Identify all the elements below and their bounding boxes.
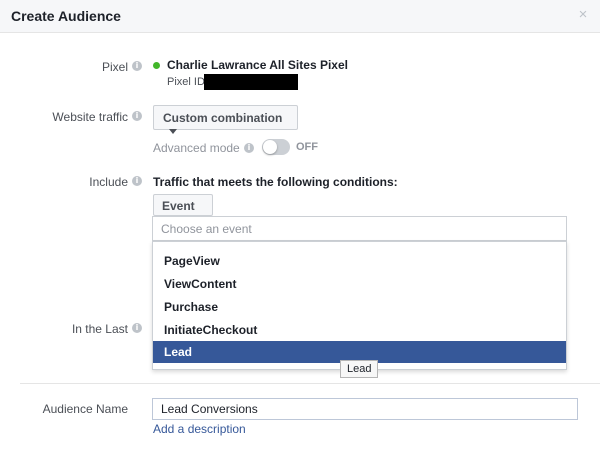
info-icon[interactable]: i: [132, 61, 142, 71]
include-type-selected: Event: [162, 199, 195, 213]
pixel-id-label: Pixel ID: [167, 76, 205, 88]
advanced-mode-toggle[interactable]: [262, 139, 290, 155]
event-search-input[interactable]: Choose an event: [152, 216, 567, 241]
audience-name-input[interactable]: Lead Conversions: [152, 398, 578, 420]
audience-name-label: Audience Name: [42, 402, 128, 416]
pixel-id-redacted: [204, 74, 298, 90]
event-option-pageview[interactable]: PageView: [153, 250, 566, 272]
info-icon[interactable]: i: [244, 143, 254, 153]
info-icon[interactable]: i: [132, 323, 142, 333]
event-options-list: PageView ViewContent Purchase InitiateCh…: [152, 241, 567, 370]
info-icon[interactable]: i: [132, 176, 142, 186]
toggle-knob: [263, 140, 277, 154]
option-tooltip: Lead: [340, 360, 379, 378]
pixel-label: Pixel: [101, 60, 128, 74]
add-description-link[interactable]: Add a description: [153, 422, 246, 436]
divider: [20, 383, 600, 384]
event-option-purchase[interactable]: Purchase: [153, 296, 566, 318]
in-the-last-label: In the Last: [71, 322, 128, 336]
info-icon[interactable]: i: [132, 111, 142, 121]
dialog-title: Create Audience: [11, 8, 121, 24]
website-traffic-selected: Custom combination: [163, 111, 283, 125]
pixel-name: Charlie Lawrance All Sites Pixel: [167, 58, 348, 72]
include-description: Traffic that meets the following conditi…: [153, 175, 398, 189]
include-label: Include: [89, 175, 128, 189]
event-option-initiatecheckout[interactable]: InitiateCheckout: [153, 319, 566, 341]
advanced-mode-label: Advanced mode: [153, 141, 240, 155]
pixel-status-dot: [153, 62, 160, 69]
dialog-header: Create Audience ×: [0, 0, 600, 33]
close-icon[interactable]: ×: [576, 7, 590, 22]
include-type-dropdown[interactable]: Event: [153, 194, 213, 222]
chevron-down-icon: [169, 129, 177, 134]
website-traffic-dropdown[interactable]: Custom combination: [153, 105, 298, 134]
toggle-state: OFF: [296, 141, 318, 153]
event-option-viewcontent[interactable]: ViewContent: [153, 273, 566, 295]
website-traffic-label: Website traffic: [52, 110, 128, 124]
